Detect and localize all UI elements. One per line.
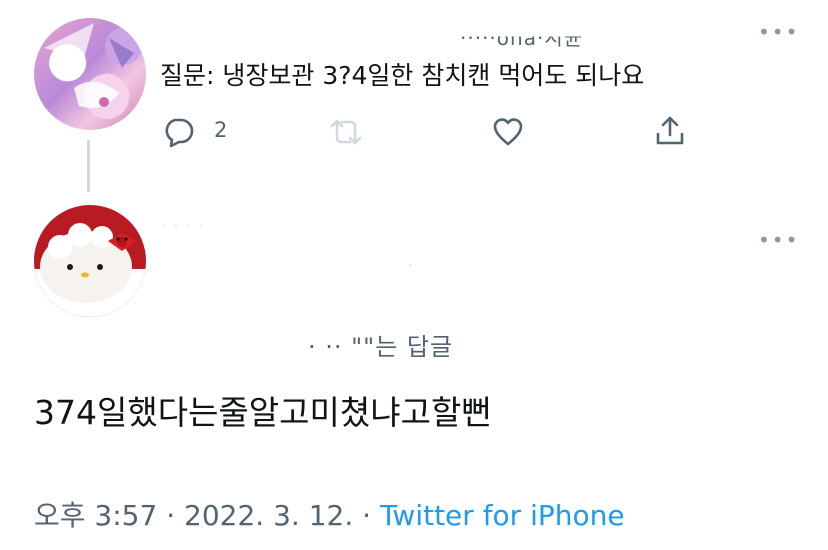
reply-author-name-container[interactable]: · · · · <box>160 214 310 238</box>
reply-icon <box>165 118 194 148</box>
reply-count: 2 <box>214 118 228 142</box>
reply-button[interactable] <box>162 116 194 148</box>
retweet-button[interactable] <box>328 116 364 148</box>
reply-author-handle-container: · <box>408 258 438 278</box>
tweet-source-link[interactable]: Twitter for iPhone <box>380 499 625 532</box>
tweet-metadata: 오후 3:57 · 2022. 3. 12. · Twitter for iPh… <box>34 494 625 534</box>
reply-text: 374일했다는줄알고미쳤냐고할뻔 <box>34 393 492 432</box>
reply-more-options-icon[interactable]: ••• <box>758 228 799 252</box>
reply-author-handle: · <box>408 258 413 274</box>
tweet-date[interactable]: 2022. 3. 12. <box>184 499 353 532</box>
retweet-icon <box>330 119 362 145</box>
meta-separator: · <box>362 499 372 532</box>
reply-author-avatar[interactable] <box>34 205 146 317</box>
share-button[interactable] <box>654 114 686 148</box>
reply-author-name[interactable]: · · · · <box>160 214 310 238</box>
avatar-image-icon <box>34 205 146 317</box>
heart-icon <box>493 118 523 146</box>
like-button[interactable] <box>492 116 524 148</box>
meta-separator: · <box>166 499 176 532</box>
avatar-image-icon <box>44 23 134 108</box>
thread-connector-line <box>87 140 90 192</box>
replying-to-context[interactable]: · ·· ""는 답글 <box>308 327 453 362</box>
tweet-text: 질문: 냉장보관 3?4일한 참치캔 먹어도 되나요 <box>160 61 645 90</box>
share-icon <box>656 116 684 145</box>
author-avatar[interactable] <box>34 18 146 130</box>
more-options-icon[interactable]: ••• <box>758 20 799 44</box>
author-name[interactable]: ·····ona·시균 <box>460 37 583 52</box>
tweet-time[interactable]: 오후 3:57 <box>34 499 157 532</box>
